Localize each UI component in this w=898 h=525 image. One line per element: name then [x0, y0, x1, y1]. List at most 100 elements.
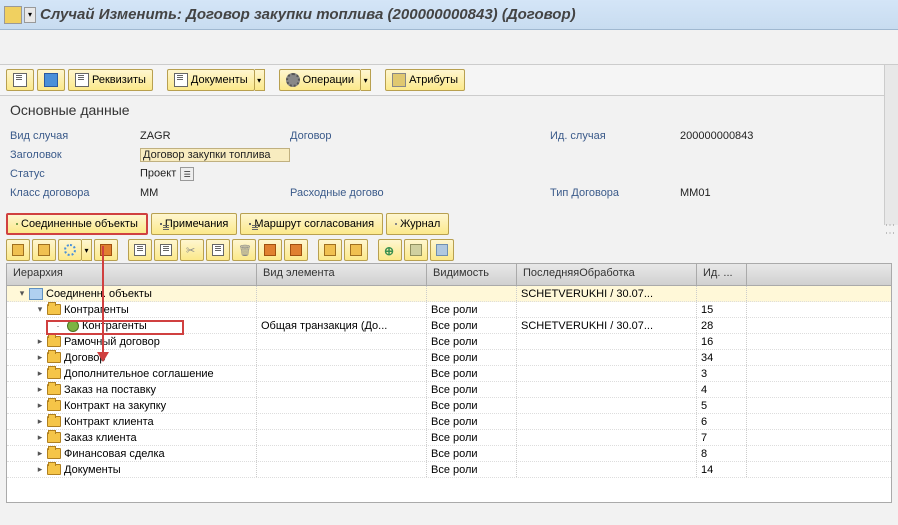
- documents-button[interactable]: Документы: [167, 69, 255, 91]
- t-btn-copy[interactable]: [154, 239, 178, 261]
- tool-btn-1[interactable]: [6, 69, 34, 91]
- col-visibility[interactable]: Видимость: [427, 264, 517, 285]
- type-dog-label: Тип Договора: [550, 187, 680, 199]
- cell-visibility: Все роли: [427, 302, 517, 317]
- cell-last: SCHETVERUKHI / 30.07...: [517, 286, 697, 301]
- doc-icon: [13, 73, 27, 87]
- tree-row[interactable]: ▸Рамочный договорВсе роли16: [7, 334, 891, 350]
- save-button[interactable]: [37, 69, 65, 91]
- tree-row[interactable]: ▸Заказ на поставкуВсе роли4: [7, 382, 891, 398]
- t-btn-collapse[interactable]: [284, 239, 308, 261]
- settings-dropdown[interactable]: ▾: [82, 239, 92, 261]
- rekvizity-button[interactable]: Реквизиты: [68, 69, 153, 91]
- t-btn-cut[interactable]: ✂: [180, 239, 204, 261]
- tree-row[interactable]: ▾Соединенн. объектыSCHETVERUKHI / 30.07.…: [7, 286, 891, 302]
- t-btn-grid[interactable]: [430, 239, 454, 261]
- folder-icon: [47, 384, 61, 395]
- tab-notes-label: Примечания: [165, 218, 229, 230]
- cell-type: [257, 334, 427, 349]
- cell-last: [517, 430, 697, 445]
- t-btn-newfolder[interactable]: [318, 239, 342, 261]
- col-type[interactable]: Вид элемента: [257, 264, 427, 285]
- cell-id: 16: [697, 334, 747, 349]
- cell-last: [517, 446, 697, 461]
- t-btn-check[interactable]: ⊕: [378, 239, 402, 261]
- link-icon: [410, 244, 422, 256]
- expand-toggle[interactable]: ▸: [35, 449, 45, 459]
- tree-row[interactable]: ▾КонтрагентыВсе роли15: [7, 302, 891, 318]
- cell-visibility: [427, 286, 517, 301]
- cell-id: 34: [697, 350, 747, 365]
- col-hierarchy[interactable]: Иерархия: [7, 264, 257, 285]
- tree-row[interactable]: ▸Контракт клиентаВсе роли6: [7, 414, 891, 430]
- tree-row[interactable]: ▸Финансовая сделкаВсе роли8: [7, 446, 891, 462]
- t-btn-doc[interactable]: [128, 239, 152, 261]
- tab-route-label: Маршрут согласования: [254, 218, 374, 230]
- t-btn-paste[interactable]: [206, 239, 230, 261]
- documents-dropdown[interactable]: ▾: [255, 69, 265, 91]
- expand-toggle[interactable]: ▾: [35, 305, 45, 315]
- tree-label: Документы: [64, 464, 121, 476]
- tab-journal-label: Журнал: [400, 218, 440, 230]
- section-main-data: Основные данные: [0, 96, 898, 124]
- status-dropdown[interactable]: ☰: [180, 167, 194, 181]
- tab-route[interactable]: Маршрут согласования: [240, 213, 383, 235]
- cell-visibility: Все роли: [427, 382, 517, 397]
- expand-toggle[interactable]: ▸: [35, 353, 45, 363]
- newfolder-icon: [324, 244, 336, 256]
- header-value[interactable]: Договор закупки топлива: [140, 148, 290, 162]
- expand-toggle[interactable]: ▸: [35, 465, 45, 475]
- expand-toggle[interactable]: ▸: [35, 433, 45, 443]
- folder-icon: [47, 464, 61, 475]
- col-id[interactable]: Ид. ...: [697, 264, 747, 285]
- tab-connected-objects[interactable]: Соединенные объекты: [6, 213, 148, 235]
- attr-icon: [392, 73, 406, 87]
- tab-notes[interactable]: Примечания: [151, 213, 238, 235]
- operations-label: Операции: [303, 74, 354, 86]
- resize-handle[interactable]: ⋮⋮: [884, 220, 895, 236]
- attributes-button[interactable]: Атрибуты: [385, 69, 465, 91]
- tree-row[interactable]: ▸Контракт на закупкуВсе роли5: [7, 398, 891, 414]
- cell-last: [517, 462, 697, 477]
- t-btn-4[interactable]: [94, 239, 118, 261]
- cell-id: 6: [697, 414, 747, 429]
- tree-label: Рамочный договор: [64, 336, 160, 348]
- expand-toggle[interactable]: ▾: [17, 289, 27, 299]
- expand-toggle[interactable]: ▸: [35, 337, 45, 347]
- tree-row[interactable]: ▸Дополнительное соглашениеВсе роли3: [7, 366, 891, 382]
- copy-icon: [160, 244, 172, 256]
- t-btn-settings[interactable]: [58, 239, 82, 261]
- title-bar: ▾ Случай Изменить: Договор закупки топли…: [0, 0, 898, 30]
- cell-type: [257, 366, 427, 381]
- cell-visibility: Все роли: [427, 414, 517, 429]
- tree-row[interactable]: ·КонтрагентыОбщая транзакция (До...Все р…: [7, 318, 891, 334]
- t-btn-openfolder[interactable]: [344, 239, 368, 261]
- t-btn-expand[interactable]: [258, 239, 282, 261]
- expand-toggle[interactable]: ·: [53, 321, 63, 331]
- tab-area: Соединенные объекты Примечания Маршрут с…: [0, 209, 898, 237]
- tree-body[interactable]: ▾Соединенн. объектыSCHETVERUKHI / 30.07.…: [7, 286, 891, 503]
- app-menu-dropdown[interactable]: ▾: [24, 7, 36, 23]
- tree-row[interactable]: ▸ДокументыВсе роли14: [7, 462, 891, 478]
- col-last-edit[interactable]: ПоследняяОбработка: [517, 264, 697, 285]
- list-icon: [75, 73, 89, 87]
- scissors-icon: ✂: [186, 244, 198, 256]
- expand-toggle[interactable]: ▸: [35, 369, 45, 379]
- operations-button[interactable]: Операции: [279, 69, 361, 91]
- folder-icon: [47, 336, 61, 347]
- t-btn-link[interactable]: [404, 239, 428, 261]
- tab-journal[interactable]: Журнал: [386, 213, 449, 235]
- expand-toggle[interactable]: ▸: [35, 401, 45, 411]
- cell-type: [257, 446, 427, 461]
- id-case-value: 200000000843: [680, 130, 810, 142]
- cell-id: 7: [697, 430, 747, 445]
- t-btn-2[interactable]: [32, 239, 56, 261]
- t-btn-1[interactable]: [6, 239, 30, 261]
- tree-row[interactable]: ▸ДоговорВсе роли34: [7, 350, 891, 366]
- expand-toggle[interactable]: ▸: [35, 417, 45, 427]
- t-btn-delete[interactable]: 🗑: [232, 239, 256, 261]
- folder-icon: [47, 400, 61, 411]
- expand-toggle[interactable]: ▸: [35, 385, 45, 395]
- tree-row[interactable]: ▸Заказ клиентаВсе роли7: [7, 430, 891, 446]
- operations-dropdown[interactable]: ▾: [361, 69, 371, 91]
